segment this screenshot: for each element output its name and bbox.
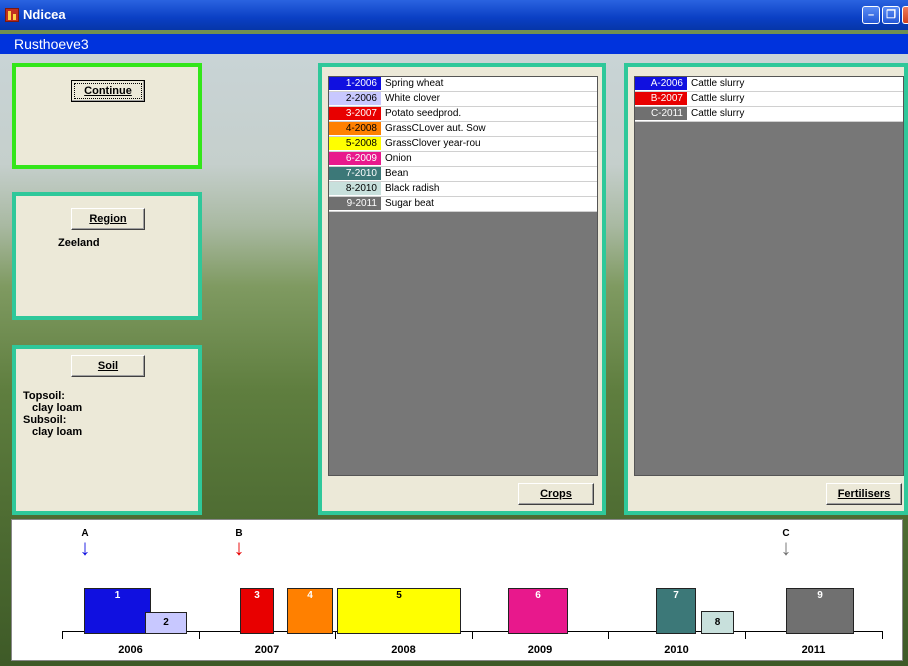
minimize-button[interactable]: – (862, 6, 880, 24)
year-label: 2010 (664, 644, 689, 656)
timeline-tick (745, 631, 746, 639)
down-arrow-icon: ↓ (79, 535, 91, 560)
title-bar: Ndicea – ❐ (0, 0, 908, 30)
document-title-bar: Rusthoeve3 (0, 34, 908, 54)
continue-panel: Continue (12, 63, 202, 169)
crop-bar[interactable]: 9 (786, 588, 854, 634)
topsoil-value: clay loam (32, 402, 83, 414)
crop-row-code: 5-2008 (329, 137, 381, 150)
soil-button[interactable]: Soil (71, 355, 145, 377)
crops-panel: 1-2006 Spring wheat 2-2006 White clover 3-20… (318, 63, 606, 515)
crops-button[interactable]: Crops (518, 483, 594, 505)
crop-bar[interactable]: 8 (701, 611, 734, 634)
fertiliser-row[interactable]: A-2006 Cattle slurry (635, 77, 903, 92)
document-title: Rusthoeve3 (14, 36, 89, 52)
crop-row[interactable]: 4-2008 GrassCLover aut. Sow (329, 122, 597, 137)
crop-bar[interactable]: 4 (287, 588, 333, 634)
crop-bar[interactable]: 1 (84, 588, 151, 634)
window-title: Ndicea (23, 7, 66, 22)
down-arrow-icon: ↓ (233, 535, 245, 560)
timeline-tick (62, 631, 63, 639)
crop-row-code: 3-2007 (329, 107, 381, 120)
fertiliser-row-name: Cattle slurry (691, 108, 745, 119)
year-label: 2006 (118, 644, 143, 656)
fertiliser-marker[interactable]: B ↓ (229, 528, 249, 560)
timeline-tick (608, 631, 609, 639)
fertilisers-button[interactable]: Fertilisers (826, 483, 902, 505)
crop-bar[interactable]: 7 (656, 588, 696, 634)
crop-row-name: Black radish (385, 183, 440, 194)
continue-button[interactable]: Continue (71, 80, 145, 102)
year-label: 2011 (801, 644, 826, 656)
fertiliser-list[interactable]: A-2006 Cattle slurry B-2007 Cattle slurry C-… (634, 76, 904, 476)
crop-bar[interactable]: 2 (145, 612, 187, 634)
fertiliser-marker[interactable]: C ↓ (776, 528, 796, 560)
close-button[interactable] (902, 6, 908, 24)
crop-row[interactable]: 5-2008 GrassClover year-rou (329, 137, 597, 152)
year-label: 2008 (391, 644, 416, 656)
down-arrow-icon: ↓ (780, 535, 792, 560)
crop-row-code: 7-2010 (329, 167, 381, 180)
fertiliser-row-code: C-2011 (635, 107, 687, 120)
crop-row-code: 4-2008 (329, 122, 381, 135)
fertiliser-row-name: Cattle slurry (691, 93, 745, 104)
crop-row[interactable]: 7-2010 Bean (329, 167, 597, 182)
crop-bar[interactable]: 5 (337, 588, 461, 634)
region-button[interactable]: Region (71, 208, 145, 230)
crop-row-name: GrassCLover aut. Sow (385, 123, 486, 134)
timeline-tick (199, 631, 200, 639)
crop-row-name: GrassClover year-rou (385, 138, 481, 149)
fertiliser-row-code: A-2006 (635, 77, 687, 90)
restore-button[interactable]: ❐ (882, 6, 900, 24)
crop-list[interactable]: 1-2006 Spring wheat 2-2006 White clover 3-20… (328, 76, 598, 476)
crop-row[interactable]: 2-2006 White clover (329, 92, 597, 107)
timeline-tick (472, 631, 473, 639)
crop-row-name: Potato seedprod. (385, 108, 462, 119)
app-icon (5, 8, 19, 22)
crop-row-code: 6-2009 (329, 152, 381, 165)
crop-row-name: Spring wheat (385, 78, 444, 89)
crop-row[interactable]: 6-2009 Onion (329, 152, 597, 167)
fertiliser-row[interactable]: B-2007 Cattle slurry (635, 92, 903, 107)
crop-row-name: Bean (385, 168, 409, 179)
fertiliser-marker[interactable]: A ↓ (75, 528, 95, 560)
crop-row[interactable]: 1-2006 Spring wheat (329, 77, 597, 92)
subsoil-label: Subsoil: (23, 414, 67, 426)
crop-row[interactable]: 8-2010 Black radish (329, 182, 597, 197)
fertiliser-row-code: B-2007 (635, 92, 687, 105)
crop-row-name: White clover (385, 93, 441, 104)
soil-panel: Soil Topsoil: clay loam Subsoil: clay lo… (12, 345, 202, 515)
crop-row-code: 1-2006 (329, 77, 381, 90)
region-panel: Region Zeeland (12, 192, 202, 320)
crop-row-code: 8-2010 (329, 182, 381, 195)
region-value: Zeeland (58, 237, 100, 249)
year-label: 2009 (527, 644, 553, 656)
fertiliser-row-name: Cattle slurry (691, 78, 745, 89)
fertiliser-row[interactable]: C-2011 Cattle slurry (635, 107, 903, 122)
crop-row-name: Onion (385, 153, 412, 164)
crop-row-code: 9-2011 (329, 197, 381, 210)
fertilisers-panel: A-2006 Cattle slurry B-2007 Cattle slurry C-… (624, 63, 908, 515)
crop-row[interactable]: 9-2011 Sugar beat (329, 197, 597, 212)
crop-bar[interactable]: 3 (240, 588, 274, 634)
crop-row-name: Sugar beat (385, 198, 434, 209)
year-label: 2007 (254, 644, 280, 656)
crop-row[interactable]: 3-2007 Potato seedprod. (329, 107, 597, 122)
subsoil-value: clay loam (32, 426, 83, 438)
timeline-tick (335, 631, 336, 639)
timeline-tick (882, 631, 883, 639)
rotation-timeline: 2006 2007 2008 2009 2010 2011 1 2 3 4 5 6 7 8 9 A ↓ B ↓ C ↓ (11, 519, 903, 661)
crop-row-code: 2-2006 (329, 92, 381, 105)
crop-bar[interactable]: 6 (508, 588, 568, 634)
topsoil-label: Topsoil: (23, 390, 65, 402)
